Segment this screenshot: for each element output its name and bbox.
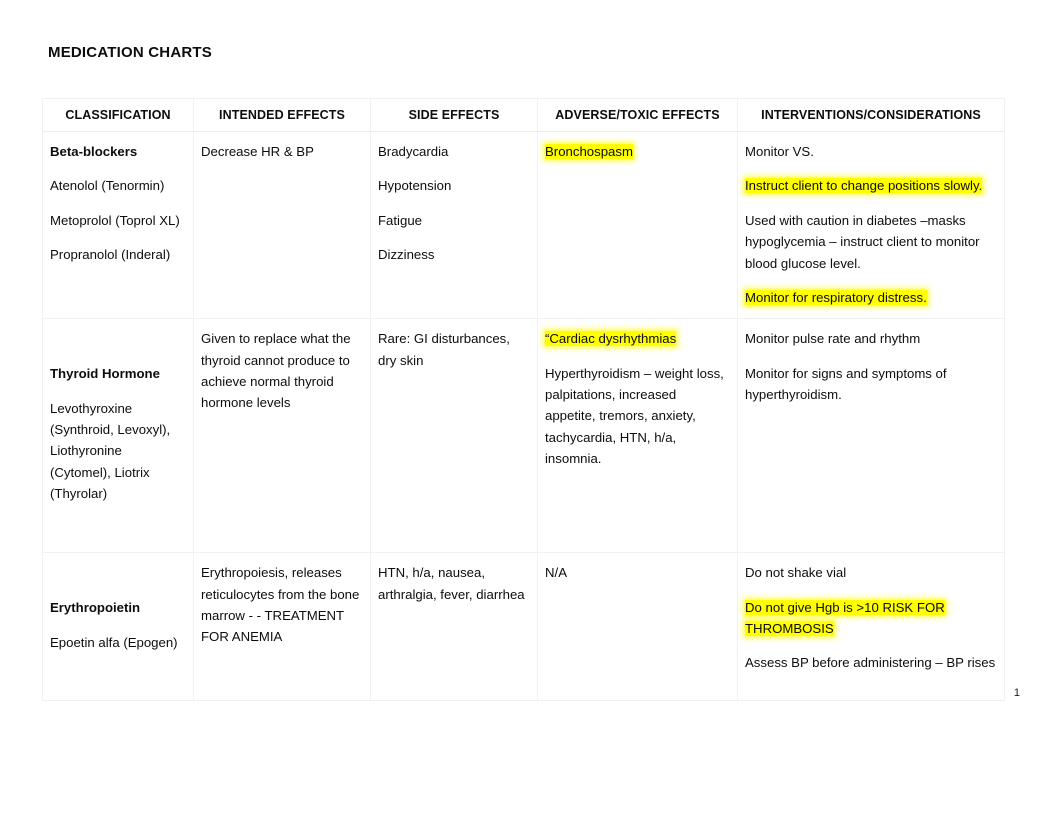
column-header-label: CLASSIFICATION — [65, 108, 171, 122]
highlighted-text: “Cardiac dysrhythmias — [545, 331, 677, 347]
cell-adverse-toxic-effects: Bronchospasm — [537, 130, 738, 320]
drug-name: Levothyroxine (Synthroid, Levoxyl), Liot… — [50, 400, 171, 502]
column-header-interventions-considerations: INTERVENTIONS/CONSIDERATIONS — [737, 98, 1005, 132]
page-number: 1 — [1013, 687, 1020, 699]
intervention-item: Monitor VS. — [745, 144, 814, 159]
cell-intended-effects: Erythropoiesis, releases reticulocytes f… — [193, 552, 371, 702]
intervention-item: Monitor for signs and symptoms of hypert… — [745, 365, 947, 402]
column-header-label: INTERVENTIONS/CONSIDERATIONS — [761, 108, 981, 122]
column-header-label: INTENDED EFFECTS — [219, 108, 345, 122]
intervention-item: Do not shake vial — [745, 565, 847, 581]
cell-interventions: Monitor VS. Instruct client to change po… — [737, 130, 1005, 320]
intervention-item: Monitor pulse rate and rhythm — [745, 331, 921, 347]
column-header-side-effects: SIDE EFFECTS — [370, 98, 538, 132]
vertical-spacer — [50, 562, 186, 597]
side-effect-item: Fatigue — [378, 212, 422, 228]
drug-class-name: Beta-blockers — [50, 144, 138, 159]
cell-classification: Thyroid Hormone Levothyroxine (Synthroid… — [42, 318, 194, 554]
side-effect-item: Hypotension — [378, 178, 452, 194]
highlighted-text: Bronchospasm — [545, 144, 633, 159]
drug-name: Atenolol (Tenormin) — [50, 178, 165, 194]
intervention-item: Monitor for respiratory distress. — [745, 287, 997, 308]
cell-interventions: Do not shake vial Do not give Hgb is >10… — [737, 552, 1005, 702]
column-header-label: ADVERSE/TOXIC EFFECTS — [555, 108, 720, 122]
adverse-effect-item: Bronchospasm — [545, 141, 730, 162]
intervention-item: Used with caution in diabetes –masks hyp… — [745, 212, 980, 271]
table-row: Erythropoietin Epoetin alfa (Epogen) Ery… — [42, 552, 1005, 702]
cell-adverse-toxic-effects: N/A — [537, 552, 738, 702]
cell-side-effects: HTN, h/a, nausea, arthralgia, fever, dia… — [370, 552, 538, 702]
page-title: MEDICATION CHARTS — [48, 44, 212, 61]
drug-name: Propranolol (Inderal) — [50, 247, 171, 263]
adverse-effect-item: N/A — [545, 565, 567, 581]
drug-class-name: Erythropoietin — [50, 600, 141, 616]
cell-interventions: Monitor pulse rate and rhythm Monitor fo… — [737, 318, 1005, 554]
adverse-effect-item: “Cardiac dysrhythmias — [545, 328, 730, 349]
column-header-intended-effects: INTENDED EFFECTS — [193, 98, 371, 132]
table-row: Beta-blockers Atenolol (Tenormin) Metopr… — [42, 130, 1005, 320]
adverse-effect-item: Hyperthyroidism – weight loss, palpitati… — [545, 365, 724, 467]
highlighted-text: Instruct client to change positions slow… — [745, 178, 983, 194]
cell-classification: Erythropoietin Epoetin alfa (Epogen) — [42, 552, 194, 702]
side-effect-item: Rare: GI disturbances, dry skin — [378, 331, 510, 368]
intended-effect-item: Erythropoiesis, releases reticulocytes f… — [201, 565, 360, 645]
intended-effect-item: Given to replace what the thyroid cannot… — [201, 331, 351, 411]
drug-name: Metoprolol (Toprol XL) — [50, 212, 180, 228]
intervention-item: Do not give Hgb is >10 RISK FOR THROMBOS… — [745, 597, 997, 640]
highlighted-text: Do not give Hgb is >10 RISK FOR THROMBOS… — [745, 599, 945, 636]
highlighted-text: Monitor for respiratory distress. — [745, 289, 927, 305]
side-effect-item: Dizziness — [378, 247, 435, 263]
cell-adverse-toxic-effects: “Cardiac dysrhythmias Hyperthyroidism – … — [537, 318, 738, 554]
cell-intended-effects: Given to replace what the thyroid cannot… — [193, 318, 371, 554]
column-header-classification: CLASSIFICATION — [42, 98, 194, 132]
cell-side-effects: Rare: GI disturbances, dry skin — [370, 318, 538, 554]
table-row: Thyroid Hormone Levothyroxine (Synthroid… — [42, 318, 1005, 554]
cell-classification: Beta-blockers Atenolol (Tenormin) Metopr… — [42, 130, 194, 320]
cell-intended-effects: Decrease HR & BP — [193, 130, 371, 320]
side-effect-item: Bradycardia — [378, 144, 449, 159]
intended-effect-item: Decrease HR & BP — [201, 144, 314, 159]
vertical-spacer — [50, 328, 186, 363]
intervention-item: Assess BP before administering – BP rise… — [745, 655, 996, 671]
intervention-item: Instruct client to change positions slow… — [745, 175, 997, 196]
column-header-adverse-toxic-effects: ADVERSE/TOXIC EFFECTS — [537, 98, 738, 132]
table-header-row: CLASSIFICATION INTENDED EFFECTS SIDE EFF… — [42, 98, 1005, 132]
column-header-label: SIDE EFFECTS — [408, 108, 500, 122]
document-page: MEDICATION CHARTS CLASSIFICATION INTENDE… — [0, 0, 1062, 822]
side-effect-item: HTN, h/a, nausea, arthralgia, fever, dia… — [378, 565, 525, 602]
drug-class-name: Thyroid Hormone — [50, 366, 160, 382]
cell-side-effects: Bradycardia Hypotension Fatigue Dizzines… — [370, 130, 538, 320]
drug-name: Epoetin alfa (Epogen) — [50, 634, 178, 650]
medication-chart-table: CLASSIFICATION INTENDED EFFECTS SIDE EFF… — [42, 98, 1005, 702]
